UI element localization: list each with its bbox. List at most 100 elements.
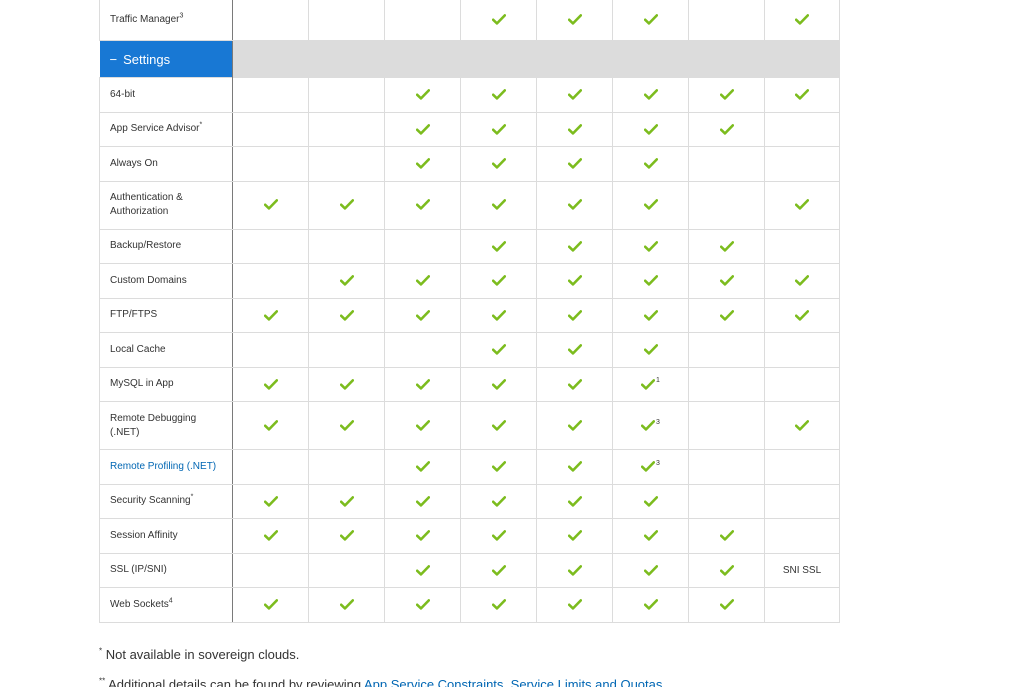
tier-cell	[612, 332, 689, 368]
table-row: Custom Domains	[99, 263, 840, 299]
checkmark-icon	[415, 599, 430, 610]
table-row: Authentication & Authorization	[99, 180, 840, 230]
checkmark-icon	[415, 420, 430, 431]
feature-name: MySQL in App	[110, 378, 174, 390]
checkmark-icon	[643, 158, 658, 169]
tier-cell	[232, 552, 309, 588]
checkmark-icon	[491, 530, 506, 541]
tier-cell	[460, 146, 537, 182]
tier-cell	[232, 449, 309, 485]
tier-cell	[308, 77, 385, 113]
checkmark-icon	[263, 378, 278, 390]
settings-section-toggle[interactable]: − Settings	[99, 40, 233, 78]
tier-cell	[384, 263, 461, 299]
tier-cell	[460, 228, 537, 264]
tier-cell	[612, 552, 689, 588]
tier-cell	[764, 263, 840, 299]
checkmark-icon	[567, 123, 582, 135]
feature-name: App Service Advisor	[110, 123, 200, 135]
feature-label[interactable]: Remote Profiling (.NET)	[99, 449, 233, 485]
checkmark-icon	[491, 275, 506, 286]
tier-cell	[232, 332, 309, 368]
checkmark-icon	[415, 309, 430, 321]
feature-name: Remote Debugging (.NET)	[110, 412, 197, 438]
cell-footnote-mark: 1	[656, 377, 660, 385]
tier-cell	[688, 483, 765, 519]
tier-cell	[384, 449, 461, 485]
feature-label: Web Sockets4	[99, 587, 233, 623]
checkmark-icon	[339, 199, 354, 211]
tier-cell	[612, 77, 689, 113]
tier-cell	[308, 483, 385, 519]
tier-cell	[460, 180, 537, 230]
checkmark-icon	[643, 344, 658, 355]
tier-cell	[232, 366, 309, 402]
checkmark-icon	[491, 564, 506, 576]
checkmark-icon	[567, 199, 582, 211]
tier-cell	[536, 552, 613, 588]
tier-cell	[384, 366, 461, 402]
constraints-link[interactable]: App Service Constraints, Service Limits …	[364, 677, 662, 687]
tier-cell	[232, 228, 309, 264]
checkmark-icon	[795, 309, 809, 321]
tier-cell	[308, 228, 385, 264]
table-row: App Service Advisor*	[99, 111, 840, 147]
tier-cell	[536, 401, 613, 450]
checkmark-icon	[415, 378, 430, 390]
minus-icon: −	[109, 51, 118, 67]
tier-cell	[764, 111, 840, 147]
checkmark-icon	[567, 89, 582, 100]
table-row: SSL (IP/SNI) SNI SSL	[99, 552, 840, 588]
section-header-row: − Settings	[99, 40, 840, 78]
tier-cell	[384, 332, 461, 368]
tier-cell	[308, 146, 385, 182]
tier-cell	[232, 401, 309, 450]
tier-cell	[232, 483, 309, 519]
feature-label: Authentication & Authorization	[99, 180, 233, 230]
checkmark-icon	[263, 530, 278, 541]
checkmark-icon	[491, 495, 506, 507]
checkmark-icon	[415, 89, 430, 100]
checkmark-icon	[795, 275, 809, 286]
checkmark-icon	[491, 599, 506, 610]
checkmark-icon	[719, 309, 734, 321]
checkmark-icon	[491, 420, 506, 431]
tier-cell	[612, 483, 689, 519]
tier-cell	[384, 77, 461, 113]
tier-cell	[232, 587, 309, 623]
feature-name: Backup/Restore	[110, 240, 182, 252]
tier-cell	[536, 111, 613, 147]
checkmark-icon	[567, 158, 582, 169]
feature-name[interactable]: Remote Profiling (.NET)	[110, 461, 216, 472]
tier-cell	[688, 297, 765, 333]
checkmark-icon	[415, 564, 430, 576]
feature-label: 64-bit	[99, 77, 233, 113]
checkmark-icon	[643, 275, 658, 286]
checkmark-icon	[491, 461, 506, 472]
tier-cell	[308, 332, 385, 368]
tier-cell	[536, 518, 613, 554]
tier-cell	[688, 366, 765, 402]
checkmark-icon	[491, 199, 506, 211]
tier-cell	[612, 146, 689, 182]
checkmark-icon	[491, 158, 506, 169]
tier-cell	[460, 518, 537, 554]
tier-cell	[308, 111, 385, 147]
feature-name: Authentication & Authorization	[110, 192, 183, 217]
tier-cell	[688, 146, 765, 182]
tier-cell	[460, 0, 537, 41]
footnote-sovereign-clouds: * Not available in sovereign clouds.	[99, 645, 662, 675]
checkmark-icon	[339, 275, 354, 286]
tier-cell	[384, 552, 461, 588]
checkmark-icon	[567, 309, 582, 321]
footnote-additional-details: ** Additional details can be found by re…	[99, 675, 662, 687]
feature-label: Always On	[99, 146, 233, 182]
feature-footnote-mark: *	[190, 493, 194, 501]
tier-cell	[764, 332, 840, 368]
table-row: Always On	[99, 146, 840, 182]
tier-cell	[688, 449, 765, 485]
checkmark-icon	[719, 275, 734, 286]
feature-name: Traffic Manager	[110, 14, 180, 25]
feature-label: MySQL in App	[99, 366, 233, 402]
tier-cell	[536, 366, 613, 402]
